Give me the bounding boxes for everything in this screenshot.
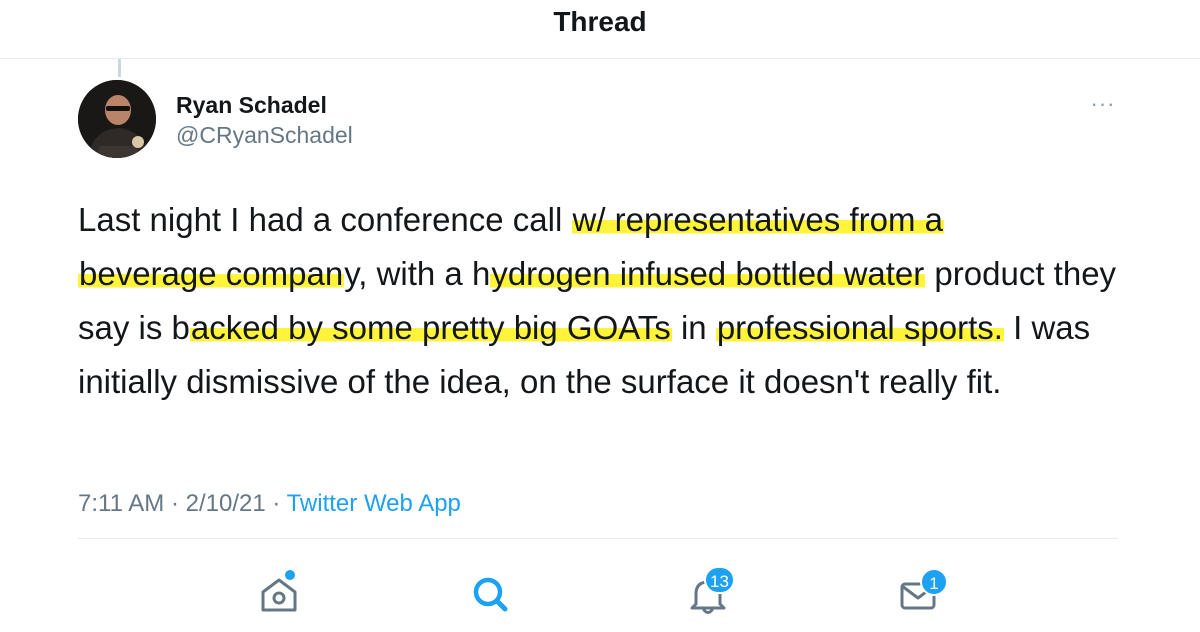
tab-search[interactable]: [468, 570, 528, 630]
tweet-meta: 7:11 AM · 2/10/21 · Twitter Web App: [78, 490, 461, 518]
highlighted-text-segment: ydrogen infused bottled water: [490, 255, 926, 292]
tab-messages[interactable]: 1: [896, 568, 956, 630]
divider: [78, 538, 1118, 539]
tweet-text: Last night I had a conference call w/ re…: [78, 193, 1158, 409]
messages-badge: 1: [920, 568, 948, 596]
highlighted-text-segment: professional sports.: [715, 309, 1004, 346]
tweet-text-segment: Last night I had a conference call: [78, 201, 572, 238]
page-title: Thread: [553, 6, 647, 37]
notifications-badge: 13: [704, 566, 735, 594]
avatar[interactable]: [78, 80, 156, 158]
tweet-date[interactable]: 2/10/21: [186, 490, 266, 517]
source-app-link[interactable]: Twitter Web App: [287, 490, 461, 517]
highlighted-text-segment: acked by some pretty big GOATs: [189, 309, 672, 346]
avatar-photo: [78, 80, 156, 158]
search-icon: [473, 577, 508, 612]
tab-notifications[interactable]: 13: [684, 566, 744, 630]
meta-separator: ·: [164, 490, 186, 517]
top-bar: Thread: [0, 0, 1200, 59]
tweet-time[interactable]: 7:11 AM: [78, 490, 164, 517]
tweet-text-segment: y, with a h: [344, 255, 491, 292]
more-options-button[interactable]: ···: [1086, 93, 1120, 115]
thread-connector-line: [118, 59, 121, 77]
highlighted-text-segment: beverage compan: [78, 255, 345, 292]
tab-home[interactable]: [255, 570, 315, 630]
home-icon: [261, 578, 297, 612]
new-content-dot: [285, 570, 295, 580]
bottom-tab-bar: 13 1: [0, 540, 1200, 632]
author-name[interactable]: Ryan Schadel: [176, 92, 327, 119]
author-handle[interactable]: @CRyanSchadel: [176, 122, 353, 149]
highlighted-text-segment: w/ representatives from a: [571, 201, 944, 238]
meta-separator: ·: [265, 490, 287, 517]
tweet-text-segment: in: [671, 309, 716, 346]
